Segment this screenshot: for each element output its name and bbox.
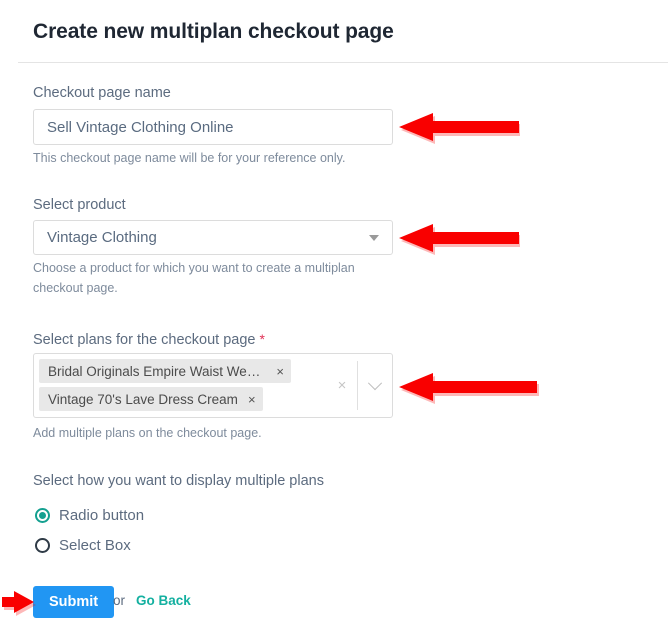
clear-all-icon[interactable]: × xyxy=(327,378,357,393)
selected-plans-tag-list: Bridal Originals Empire Waist Wed… × Vin… xyxy=(39,359,327,412)
select-product-dropdown[interactable]: Vintage Clothing xyxy=(33,220,393,255)
radio-unselected-icon xyxy=(35,538,50,553)
select-plans-label-text: Select plans for the checkout page xyxy=(33,332,256,348)
radio-option-radio-button[interactable]: Radio button xyxy=(35,507,144,524)
select-plans-multiselect[interactable]: Bridal Originals Empire Waist Wed… × Vin… xyxy=(33,353,393,418)
submit-button[interactable]: Submit xyxy=(33,586,115,618)
checkout-page-name-help: This checkout page name will be for your… xyxy=(33,151,346,165)
select-product-label: Select product xyxy=(33,197,126,213)
plan-tag-label: Bridal Originals Empire Waist Wed… xyxy=(48,363,267,379)
select-plans-help: Add multiple plans on the checkout page. xyxy=(33,426,262,440)
select-product-value: Vintage Clothing xyxy=(47,229,157,246)
display-mode-label: Select how you want to display multiple … xyxy=(33,473,324,489)
radio-option-label: Select Box xyxy=(59,537,131,554)
required-asterisk: * xyxy=(259,331,265,347)
header-divider xyxy=(18,62,668,63)
create-multiplan-checkout-page: Create new multiplan checkout page Check… xyxy=(0,0,672,636)
checkout-page-name-label: Checkout page name xyxy=(33,85,171,101)
plan-tag-label: Vintage 70's Lave Dress Cream xyxy=(48,391,238,407)
checkout-page-name-input[interactable] xyxy=(33,109,393,145)
radio-selected-icon xyxy=(35,508,50,523)
list-item[interactable]: Bridal Originals Empire Waist Wed… × xyxy=(39,359,291,383)
select-plans-dropdown-toggle[interactable] xyxy=(358,375,392,391)
or-separator-label: or xyxy=(113,593,126,608)
radio-option-select-box[interactable]: Select Box xyxy=(35,537,131,554)
page-title: Create new multiplan checkout page xyxy=(33,20,394,43)
radio-option-label: Radio button xyxy=(59,507,145,524)
arrow-to-plans-select xyxy=(398,366,540,406)
close-icon[interactable]: × xyxy=(248,393,256,406)
multiselect-controls: × xyxy=(327,359,392,412)
go-back-link[interactable]: Go Back xyxy=(136,593,191,608)
close-icon[interactable]: × xyxy=(276,365,284,378)
chevron-down-icon xyxy=(367,375,383,390)
select-plans-label: Select plans for the checkout page * xyxy=(33,331,265,348)
arrow-to-checkout-name-input xyxy=(398,106,520,146)
arrow-to-product-select xyxy=(398,217,520,257)
chevron-down-icon xyxy=(369,234,379,241)
select-product-help: Choose a product for which you want to c… xyxy=(33,261,355,295)
list-item[interactable]: Vintage 70's Lave Dress Cream × xyxy=(39,387,263,411)
arrow-to-submit-button xyxy=(2,588,36,616)
